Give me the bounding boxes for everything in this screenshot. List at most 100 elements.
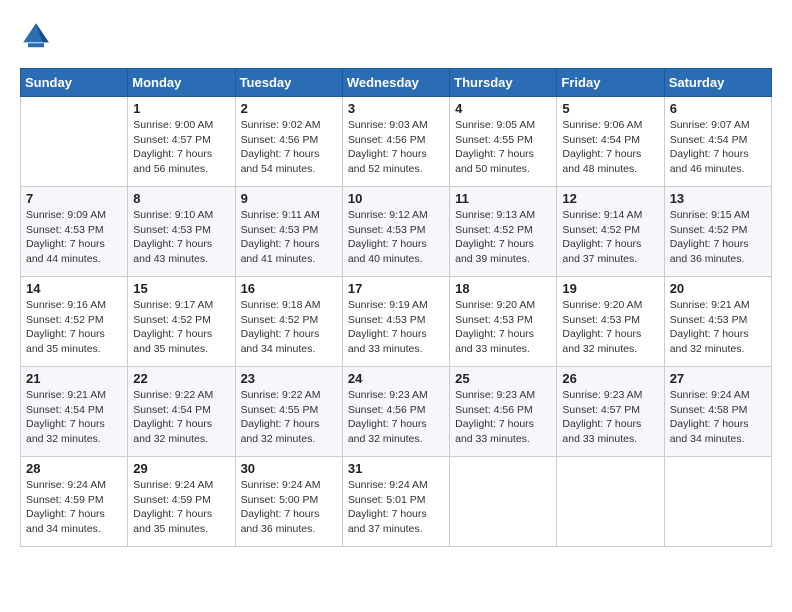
page-header: [20, 20, 772, 52]
day-info: Sunrise: 9:21 AMSunset: 4:53 PMDaylight:…: [670, 298, 766, 357]
calendar-cell: 28Sunrise: 9:24 AMSunset: 4:59 PMDayligh…: [21, 457, 128, 547]
calendar-cell: 10 Sunrise: 9:12 AMSunset: 4:53 PMDayligh…: [342, 187, 449, 277]
day-info: Sunrise: 9:21 AMSunset: 4:54 PMDaylight:…: [26, 388, 122, 447]
calendar-cell: 1 Sunrise: 9:00 AMSunset: 4:57 PMDaylight…: [128, 97, 235, 187]
calendar-cell: 3Sunrise: 9:03 AMSunset: 4:56 PMDaylight…: [342, 97, 449, 187]
calendar-cell: [664, 457, 771, 547]
day-info: Sunrise: 9:11 AMSunset: 4:53 PMDaylight:…: [241, 208, 337, 267]
day-number: 30: [241, 461, 337, 476]
calendar-cell: 14 Sunrise: 9:16 AMSunset: 4:52 PMDayligh…: [21, 277, 128, 367]
calendar-cell: 20Sunrise: 9:21 AMSunset: 4:53 PMDayligh…: [664, 277, 771, 367]
calendar-cell: 12 Sunrise: 9:14 AMSunset: 4:52 PMDayligh…: [557, 187, 664, 277]
calendar-cell: [557, 457, 664, 547]
day-info: Sunrise: 9:24 AMSunset: 4:58 PMDaylight:…: [670, 388, 766, 447]
day-number: 19: [562, 281, 658, 296]
weekday-header-tuesday: Tuesday: [235, 69, 342, 97]
day-info: Sunrise: 9:00 AMSunset: 4:57 PMDaylight:…: [133, 118, 229, 177]
day-number: 15: [133, 281, 229, 296]
calendar-cell: 19 Sunrise: 9:20 AMSunset: 4:53 PMDayligh…: [557, 277, 664, 367]
day-number: 18: [455, 281, 551, 296]
calendar-cell: 15 Sunrise: 9:17 AMSunset: 4:52 PMDayligh…: [128, 277, 235, 367]
day-number: 6: [670, 101, 766, 116]
day-number: 7: [26, 191, 122, 206]
day-info: Sunrise: 9:24 AMSunset: 5:00 PMDaylight:…: [241, 478, 337, 537]
logo-icon: [20, 20, 52, 52]
calendar-cell: 22 Sunrise: 9:22 AMSunset: 4:54 PMDayligh…: [128, 367, 235, 457]
calendar-cell: 17Sunrise: 9:19 AMSunset: 4:53 PMDayligh…: [342, 277, 449, 367]
day-number: 10: [348, 191, 444, 206]
calendar-cell: [21, 97, 128, 187]
day-info: Sunrise: 9:23 AMSunset: 4:57 PMDaylight:…: [562, 388, 658, 447]
day-number: 5: [562, 101, 658, 116]
weekday-header-saturday: Saturday: [664, 69, 771, 97]
calendar-week-row: 1 Sunrise: 9:00 AMSunset: 4:57 PMDaylight…: [21, 97, 772, 187]
calendar-cell: 23 Sunrise: 9:22 AMSunset: 4:55 PMDayligh…: [235, 367, 342, 457]
day-info: Sunrise: 9:07 AMSunset: 4:54 PMDaylight:…: [670, 118, 766, 177]
day-number: 1: [133, 101, 229, 116]
day-number: 31: [348, 461, 444, 476]
calendar-cell: 21 Sunrise: 9:21 AMSunset: 4:54 PMDayligh…: [21, 367, 128, 457]
day-info: Sunrise: 9:22 AMSunset: 4:54 PMDaylight:…: [133, 388, 229, 447]
day-number: 9: [241, 191, 337, 206]
day-info: Sunrise: 9:06 AMSunset: 4:54 PMDaylight:…: [562, 118, 658, 177]
day-info: Sunrise: 9:14 AMSunset: 4:52 PMDaylight:…: [562, 208, 658, 267]
weekday-header-row: SundayMondayTuesdayWednesdayThursdayFrid…: [21, 69, 772, 97]
day-number: 24: [348, 371, 444, 386]
calendar-cell: 31Sunrise: 9:24 AMSunset: 5:01 PMDayligh…: [342, 457, 449, 547]
day-number: 14: [26, 281, 122, 296]
day-number: 12: [562, 191, 658, 206]
day-number: 21: [26, 371, 122, 386]
calendar-cell: 6 Sunrise: 9:07 AMSunset: 4:54 PMDaylight…: [664, 97, 771, 187]
day-number: 23: [241, 371, 337, 386]
weekday-header-sunday: Sunday: [21, 69, 128, 97]
day-number: 27: [670, 371, 766, 386]
weekday-header-wednesday: Wednesday: [342, 69, 449, 97]
day-number: 16: [241, 281, 337, 296]
day-number: 22: [133, 371, 229, 386]
calendar-cell: 25 Sunrise: 9:23 AMSunset: 4:56 PMDayligh…: [450, 367, 557, 457]
calendar-cell: 13 Sunrise: 9:15 AMSunset: 4:52 PMDayligh…: [664, 187, 771, 277]
calendar-cell: 16 Sunrise: 9:18 AMSunset: 4:52 PMDayligh…: [235, 277, 342, 367]
day-number: 13: [670, 191, 766, 206]
day-info: Sunrise: 9:23 AMSunset: 4:56 PMDaylight:…: [455, 388, 551, 447]
day-info: Sunrise: 9:02 AMSunset: 4:56 PMDaylight:…: [241, 118, 337, 177]
day-number: 25: [455, 371, 551, 386]
day-number: 8: [133, 191, 229, 206]
calendar-cell: 9 Sunrise: 9:11 AMSunset: 4:53 PMDaylight…: [235, 187, 342, 277]
day-info: Sunrise: 9:15 AMSunset: 4:52 PMDaylight:…: [670, 208, 766, 267]
calendar-week-row: 28Sunrise: 9:24 AMSunset: 4:59 PMDayligh…: [21, 457, 772, 547]
day-number: 26: [562, 371, 658, 386]
day-number: 28: [26, 461, 122, 476]
day-number: 3: [348, 101, 444, 116]
calendar-cell: 18 Sunrise: 9:20 AMSunset: 4:53 PMDayligh…: [450, 277, 557, 367]
calendar-cell: 30 Sunrise: 9:24 AMSunset: 5:00 PMDayligh…: [235, 457, 342, 547]
day-info: Sunrise: 9:19 AMSunset: 4:53 PMDaylight:…: [348, 298, 444, 357]
day-number: 4: [455, 101, 551, 116]
calendar-cell: 11Sunrise: 9:13 AMSunset: 4:52 PMDayligh…: [450, 187, 557, 277]
day-number: 2: [241, 101, 337, 116]
calendar-cell: 5 Sunrise: 9:06 AMSunset: 4:54 PMDaylight…: [557, 97, 664, 187]
calendar-cell: [450, 457, 557, 547]
weekday-header-friday: Friday: [557, 69, 664, 97]
day-info: Sunrise: 9:20 AMSunset: 4:53 PMDaylight:…: [455, 298, 551, 357]
day-info: Sunrise: 9:13 AMSunset: 4:52 PMDaylight:…: [455, 208, 551, 267]
day-info: Sunrise: 9:17 AMSunset: 4:52 PMDaylight:…: [133, 298, 229, 357]
calendar-table: SundayMondayTuesdayWednesdayThursdayFrid…: [20, 68, 772, 547]
day-info: Sunrise: 9:22 AMSunset: 4:55 PMDaylight:…: [241, 388, 337, 447]
weekday-header-thursday: Thursday: [450, 69, 557, 97]
calendar-cell: 27 Sunrise: 9:24 AMSunset: 4:58 PMDayligh…: [664, 367, 771, 457]
calendar-cell: 4Sunrise: 9:05 AMSunset: 4:55 PMDaylight…: [450, 97, 557, 187]
day-info: Sunrise: 9:12 AMSunset: 4:53 PMDaylight:…: [348, 208, 444, 267]
day-info: Sunrise: 9:18 AMSunset: 4:52 PMDaylight:…: [241, 298, 337, 357]
day-info: Sunrise: 9:16 AMSunset: 4:52 PMDaylight:…: [26, 298, 122, 357]
day-info: Sunrise: 9:23 AMSunset: 4:56 PMDaylight:…: [348, 388, 444, 447]
calendar-week-row: 7Sunrise: 9:09 AMSunset: 4:53 PMDaylight…: [21, 187, 772, 277]
calendar-cell: 26 Sunrise: 9:23 AMSunset: 4:57 PMDayligh…: [557, 367, 664, 457]
day-number: 29: [133, 461, 229, 476]
weekday-header-monday: Monday: [128, 69, 235, 97]
logo: [20, 20, 56, 52]
calendar-week-row: 14 Sunrise: 9:16 AMSunset: 4:52 PMDayligh…: [21, 277, 772, 367]
calendar-cell: 7Sunrise: 9:09 AMSunset: 4:53 PMDaylight…: [21, 187, 128, 277]
day-info: Sunrise: 9:20 AMSunset: 4:53 PMDaylight:…: [562, 298, 658, 357]
calendar-cell: 29Sunrise: 9:24 AMSunset: 4:59 PMDayligh…: [128, 457, 235, 547]
